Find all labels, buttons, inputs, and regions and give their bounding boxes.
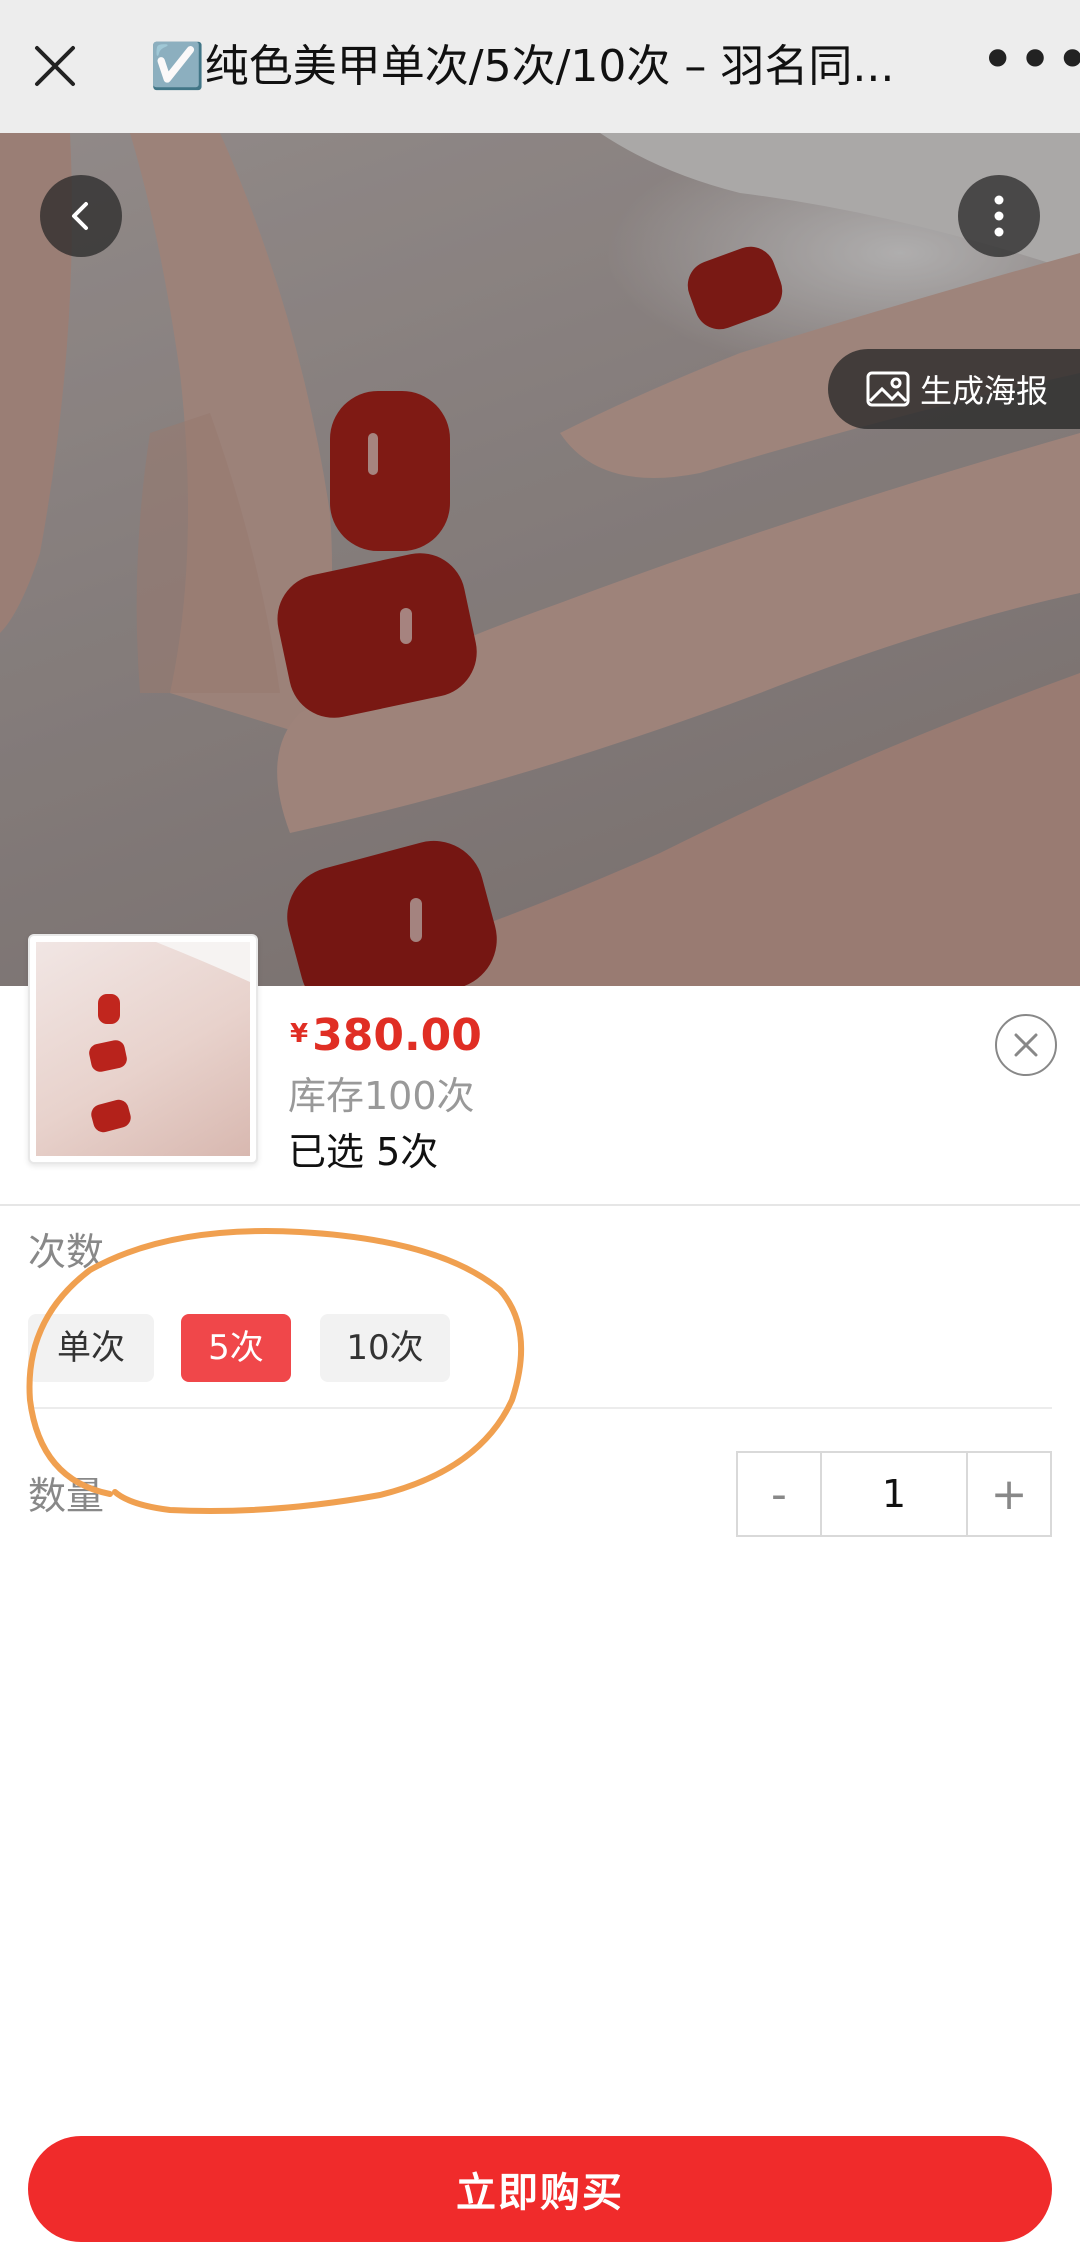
quantity-stepper: - 1 + — [736, 1451, 1052, 1537]
product-price: ¥380.00 — [290, 1004, 482, 1068]
price-amount: 380.00 — [312, 1010, 482, 1061]
webview-title-bar: ☑️纯色美甲单次/5次/10次 – 羽名同... ••• — [0, 0, 1080, 133]
page-title: ☑️纯色美甲单次/5次/10次 – 羽名同... — [150, 41, 895, 92]
divider — [28, 1407, 1052, 1409]
buy-now-button[interactable]: 立即购买 — [28, 2136, 1052, 2242]
close-button[interactable] — [30, 36, 80, 96]
image-icon — [866, 371, 910, 407]
chevron-left-icon — [72, 202, 88, 230]
option-5-times[interactable]: 5次 — [181, 1314, 291, 1382]
thumbnail-photo — [89, 942, 250, 1133]
vertical-dots-icon — [994, 195, 1004, 237]
option-group-label: 次数 — [28, 1230, 105, 1274]
close-icon — [1014, 1033, 1038, 1057]
option-10-times[interactable]: 10次 — [320, 1314, 450, 1382]
back-button[interactable] — [40, 175, 122, 257]
quantity-label: 数量 — [28, 1474, 105, 1518]
option-single[interactable]: 单次 — [28, 1314, 154, 1382]
close-sheet-button[interactable] — [995, 1014, 1057, 1076]
stock-text: 库存100次 — [288, 1074, 475, 1118]
currency-symbol: ¥ — [290, 1019, 309, 1049]
more-menu-button[interactable]: ••• — [980, 30, 1080, 96]
quantity-value[interactable]: 1 — [820, 1453, 968, 1535]
generate-poster-button[interactable]: 生成海报 — [828, 349, 1080, 429]
product-thumbnail — [28, 934, 258, 1164]
increment-button[interactable]: + — [968, 1453, 1050, 1535]
product-image: 生成海报 — [0, 133, 1080, 986]
close-icon — [35, 46, 75, 86]
image-overlay — [0, 133, 1080, 986]
selected-spec-text: 已选 5次 — [288, 1130, 439, 1174]
decrement-button[interactable]: - — [738, 1453, 820, 1535]
image-more-button[interactable] — [958, 175, 1040, 257]
generate-poster-label: 生成海报 — [920, 372, 1049, 410]
